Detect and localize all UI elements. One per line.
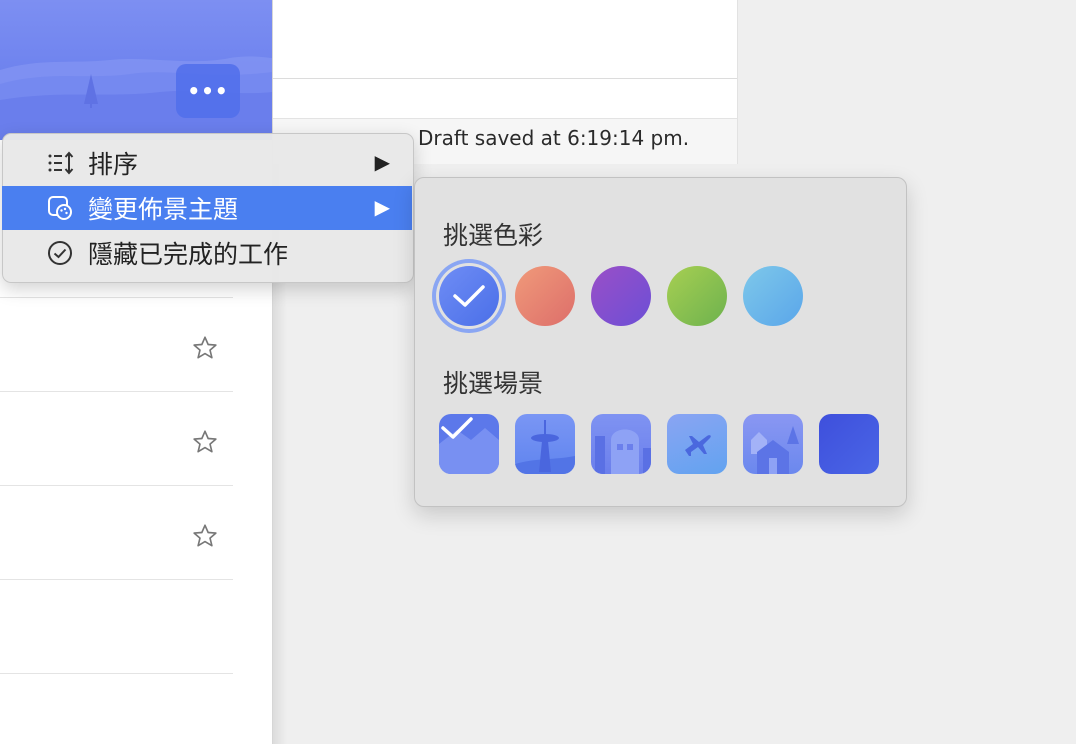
color-swatch-light-blue[interactable]: [743, 266, 803, 326]
theme-picker-popover: 挑選色彩 挑選場景: [414, 177, 907, 507]
checkmark-icon: [441, 417, 473, 439]
divider: [273, 78, 737, 79]
menu-item-change-theme[interactable]: 變更佈景主題 ▶: [2, 186, 412, 230]
menu-item-label: 排序: [88, 150, 139, 179]
city-scene-icon: [595, 429, 651, 474]
task-list-panel: •••: [0, 0, 273, 744]
checkmark-icon: [453, 285, 485, 307]
star-icon[interactable]: [191, 334, 219, 362]
scene-solid[interactable]: [819, 414, 879, 474]
menu-item-label: 隱藏已完成的工作: [88, 240, 289, 269]
pick-color-title: 挑選色彩: [443, 221, 544, 250]
airplane-icon: [685, 435, 711, 456]
star-icon[interactable]: [191, 522, 219, 550]
menu-item-hide-completed[interactable]: 隱藏已完成的工作: [2, 231, 412, 275]
pick-scene-title: 挑選場景: [443, 369, 544, 398]
check-circle-icon: [48, 241, 72, 265]
task-row[interactable]: [0, 392, 233, 486]
submenu-arrow-icon: ▶: [374, 150, 390, 174]
color-swatch-red[interactable]: [515, 266, 575, 326]
scene-mountains[interactable]: [439, 414, 499, 474]
scene-town[interactable]: [743, 414, 803, 474]
task-row[interactable]: [0, 298, 233, 392]
theme-palette-icon: [48, 196, 72, 220]
sort-icon: [48, 151, 74, 175]
menu-item-label: 變更佈景主題: [88, 195, 239, 224]
submenu-arrow-icon: ▶: [374, 195, 390, 219]
more-options-button[interactable]: •••: [176, 64, 240, 118]
scene-space-needle[interactable]: [515, 414, 575, 474]
task-row[interactable]: [0, 580, 233, 674]
list-header-background: •••: [0, 0, 272, 140]
scene-airplane[interactable]: [667, 414, 727, 474]
color-swatch-blue[interactable]: [439, 266, 499, 326]
scene-city[interactable]: [591, 414, 651, 474]
color-swatch-green[interactable]: [667, 266, 727, 326]
star-icon[interactable]: [191, 428, 219, 456]
task-row[interactable]: [0, 486, 233, 580]
menu-item-sort[interactable]: 排序 ▶: [2, 141, 412, 185]
town-scene-icon: [751, 426, 799, 474]
draft-saved-status: Draft saved at 6:19:14 pm.: [418, 126, 690, 150]
space-needle-icon: [515, 420, 575, 474]
color-swatch-purple[interactable]: [591, 266, 651, 326]
